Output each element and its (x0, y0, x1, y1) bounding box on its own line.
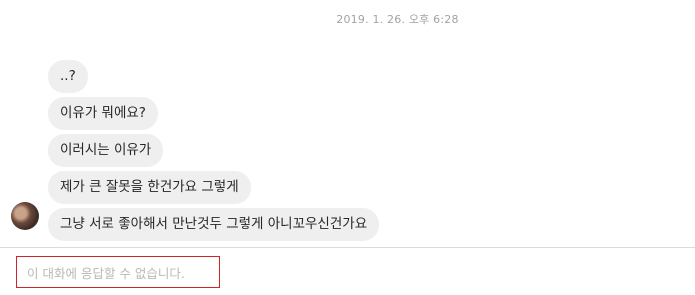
reply-disabled-text: 이 대화에 응답할 수 없습니다. (27, 265, 185, 281)
sender-avatar[interactable] (11, 202, 39, 230)
message-bubble: 제가 큰 잘못을 한건가요 그렇게 (48, 171, 251, 204)
message-bubble: 그냥 서로 좋아해서 만난것두 그렇게 아니꼬우신건가요 (48, 208, 380, 241)
message-list: ..? 이유가 뭐에요? 이러시는 이유가 제가 큰 잘못을 한건가요 그렇게 … (48, 60, 380, 241)
reply-disabled-notice: 이 대화에 응답할 수 없습니다. (16, 256, 220, 288)
message-bubble: ..? (48, 60, 88, 93)
message-bubble: 이유가 뭐에요? (48, 97, 158, 130)
composer-divider (0, 247, 695, 248)
message-thread: 2019. 1. 26. 오후 6:28 ..? 이유가 뭐에요? 이러시는 이… (0, 0, 695, 247)
message-timestamp: 2019. 1. 26. 오후 6:28 (336, 13, 459, 26)
message-bubble: 이러시는 이유가 (48, 134, 164, 167)
